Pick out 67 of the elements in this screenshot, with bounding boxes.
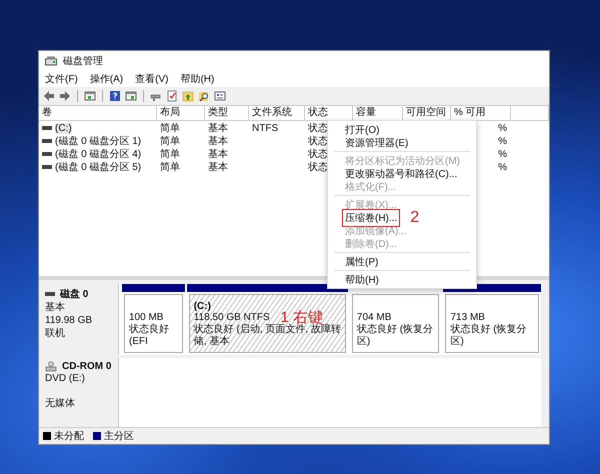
disk-detail: DVD (E:) [45, 373, 86, 385]
partition-block[interactable]: (C:) 118.50 GB NTFS 状态良好 (启动, 页面文件, 故障转储, 基本 1 右键 [188, 294, 346, 353]
disk-name: CD-ROM 0 [62, 361, 112, 372]
table-cell: 状态 [308, 123, 328, 134]
menu-item[interactable]: 查看(V) [135, 72, 168, 86]
menu-item[interactable]: 文件(F) [45, 72, 78, 86]
table-cell: 基本 [208, 162, 228, 173]
disk-detail: 联机 [45, 328, 66, 340]
partition-label: (C:) [194, 301, 211, 312]
table-cell: 基本 [208, 136, 228, 147]
menu-item[interactable]: 帮助(H) [180, 72, 214, 86]
properties-icon[interactable] [214, 90, 226, 102]
disk-detail: 119.98 GB [45, 315, 94, 327]
table-cell: 状态 [308, 162, 328, 173]
step-annotation: 1 右键 [280, 310, 323, 325]
disk-detail: 基本 [45, 302, 66, 314]
partition-size: 704 MB [356, 312, 392, 324]
partition-block[interactable]: 713 MB 状态良好 (恢复分区) [445, 294, 540, 353]
window-title: 磁盘管理 [63, 55, 103, 68]
legend-label: 主分区 [104, 430, 134, 443]
forward-arrow-icon[interactable] [59, 90, 71, 102]
table-cell: % [498, 162, 507, 172]
table-cell: 基本 [208, 149, 228, 160]
disk-detail: 无媒体 [45, 398, 76, 410]
menu-item[interactable]: 操作(A) [90, 72, 124, 86]
table-cell: 状态 [308, 149, 328, 160]
column-header[interactable]: 类型 [205, 106, 249, 120]
legend-label: 未分配 [54, 430, 84, 443]
column-header[interactable]: 文件系统 [249, 106, 305, 120]
table-cell: 简单 [160, 149, 180, 160]
checklist-icon[interactable] [166, 90, 178, 102]
menu-item[interactable]: 帮助(H) [342, 270, 382, 288]
disk-name: 磁盘 0 [60, 288, 88, 301]
search-icon[interactable] [198, 90, 210, 102]
table-cell: NTFS [252, 122, 278, 134]
step-annotation: 2 [410, 210, 420, 225]
volume-cell[interactable]: (磁盘 0 磁盘分区 4) [42, 147, 142, 161]
partition-status: 状态良好 (恢复分区) [356, 324, 434, 348]
back-arrow-icon[interactable] [43, 90, 55, 102]
partition-size: 713 MB [450, 312, 485, 324]
table-cell: % [498, 148, 507, 160]
table-cell: 简单 [160, 136, 180, 147]
column-header[interactable]: 卷 [39, 106, 157, 120]
menu-item[interactable]: 打开(O) [342, 120, 382, 138]
partition-status: 状态良好 (恢复分区) [450, 324, 528, 348]
partition-status: 状态良好 (EFI [129, 324, 170, 348]
panel-icon[interactable] [84, 90, 96, 102]
table-cell: % [498, 122, 507, 134]
folder-up-icon[interactable] [182, 90, 194, 102]
volume-cell[interactable]: (磁盘 0 磁盘分区 5) [42, 160, 142, 174]
help-icon[interactable] [109, 90, 121, 102]
table-cell: 简单 [160, 162, 180, 173]
table-cell: 基本 [208, 123, 228, 134]
table-cell: 状态 [308, 136, 328, 147]
partition-size: 118.50 GB NTFS [194, 312, 270, 324]
panel-icon[interactable] [125, 90, 137, 102]
menu-item[interactable]: 压缩卷(H)... [342, 208, 400, 226]
partition-status: 状态良好 (启动, 页面文件, 故障转储, 基本 [194, 324, 341, 348]
partition-block[interactable]: 100 MB 状态良好 (EFI [124, 294, 183, 353]
column-header[interactable]: 布局 [157, 106, 205, 120]
table-cell: 简单 [160, 123, 180, 134]
cd-drive-icon [45, 361, 57, 372]
menu-item[interactable]: 属性(P) [342, 252, 382, 270]
partition-size: 100 MB [129, 312, 164, 324]
volume-cell[interactable]: (磁盘 0 磁盘分区 1) [42, 134, 142, 148]
table-cell: % [498, 136, 507, 146]
partition-block[interactable]: 704 MB 状态良好 (恢复分区) [352, 294, 440, 353]
